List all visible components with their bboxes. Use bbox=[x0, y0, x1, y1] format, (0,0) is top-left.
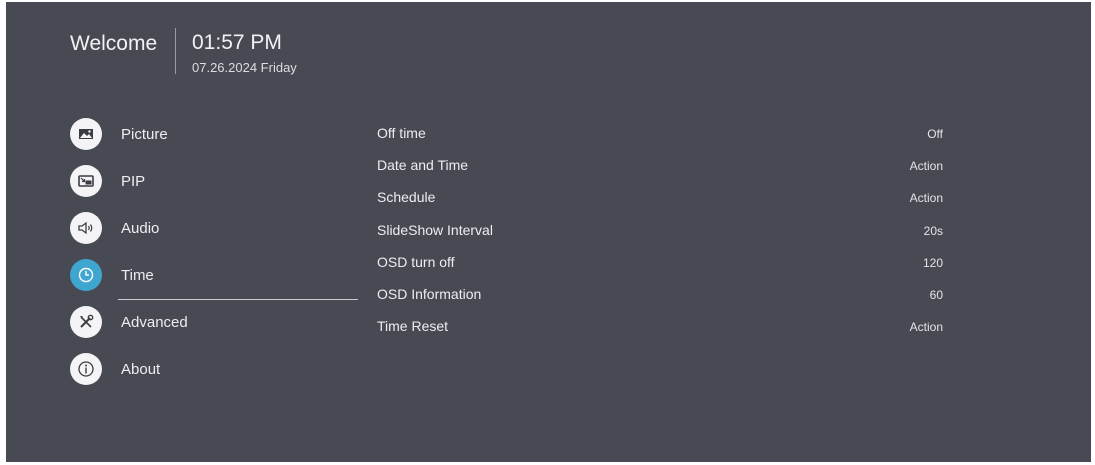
setting-label: OSD Information bbox=[377, 285, 482, 302]
setting-schedule[interactable]: Schedule Action bbox=[377, 188, 943, 220]
setting-label: Time Reset bbox=[377, 318, 449, 335]
setting-value: Action bbox=[909, 191, 943, 206]
welcome-title: Welcome bbox=[70, 32, 158, 55]
menu-item-label: Picture bbox=[121, 126, 168, 143]
menu-item-picture[interactable]: Picture bbox=[70, 118, 360, 165]
menu-item-audio[interactable]: Audio bbox=[70, 212, 360, 259]
setting-slideshow-interval[interactable]: SlideShow Interval 20s bbox=[377, 221, 943, 253]
menu-item-label: Audio bbox=[121, 220, 160, 237]
menu-item-label: Time bbox=[121, 267, 154, 284]
setting-label: Date and Time bbox=[377, 157, 469, 174]
setting-date-and-time[interactable]: Date and Time Action bbox=[377, 156, 943, 188]
setting-value: Off bbox=[927, 127, 943, 141]
active-menu-underline bbox=[118, 299, 358, 300]
setting-time-reset[interactable]: Time Reset Action bbox=[377, 317, 943, 349]
info-icon bbox=[70, 353, 102, 385]
setting-label: SlideShow Interval bbox=[377, 221, 493, 238]
setting-osd-information[interactable]: OSD Information 60 bbox=[377, 285, 943, 317]
time-settings-list: Off time Off Date and Time Action Schedu… bbox=[377, 124, 943, 349]
setting-label: Off time bbox=[377, 125, 426, 141]
pip-icon bbox=[70, 165, 102, 197]
setting-value: 20s bbox=[923, 223, 943, 238]
main-menu: Picture PIP Audio Time Advanced About bbox=[70, 118, 360, 400]
setting-value: 60 bbox=[929, 287, 943, 302]
clock-time: 01:57 PM bbox=[192, 31, 282, 54]
menu-item-pip[interactable]: PIP bbox=[70, 165, 360, 212]
menu-item-advanced[interactable]: Advanced bbox=[70, 306, 360, 353]
tools-icon bbox=[70, 306, 102, 338]
setting-label: Schedule bbox=[377, 189, 436, 206]
menu-item-label: Advanced bbox=[121, 314, 188, 331]
menu-item-label: About bbox=[121, 361, 161, 378]
setting-label: OSD turn off bbox=[377, 253, 455, 270]
header-divider bbox=[175, 28, 176, 74]
osd-screen: Welcome 01:57 PM 07.26.2024 Friday Pictu… bbox=[6, 2, 1091, 462]
menu-item-about[interactable]: About bbox=[70, 353, 360, 400]
clock-icon bbox=[70, 259, 102, 291]
clock-date: 07.26.2024 Friday bbox=[192, 60, 297, 75]
setting-off-time[interactable]: Off time Off bbox=[377, 124, 943, 156]
setting-osd-turn-off[interactable]: OSD turn off 120 bbox=[377, 253, 943, 285]
menu-item-label: PIP bbox=[121, 173, 146, 190]
audio-icon bbox=[70, 212, 102, 244]
setting-value: Action bbox=[909, 320, 943, 335]
setting-value: 120 bbox=[922, 255, 943, 270]
menu-item-time[interactable]: Time bbox=[70, 259, 360, 306]
setting-value: Action bbox=[909, 159, 943, 174]
picture-icon bbox=[70, 118, 102, 150]
